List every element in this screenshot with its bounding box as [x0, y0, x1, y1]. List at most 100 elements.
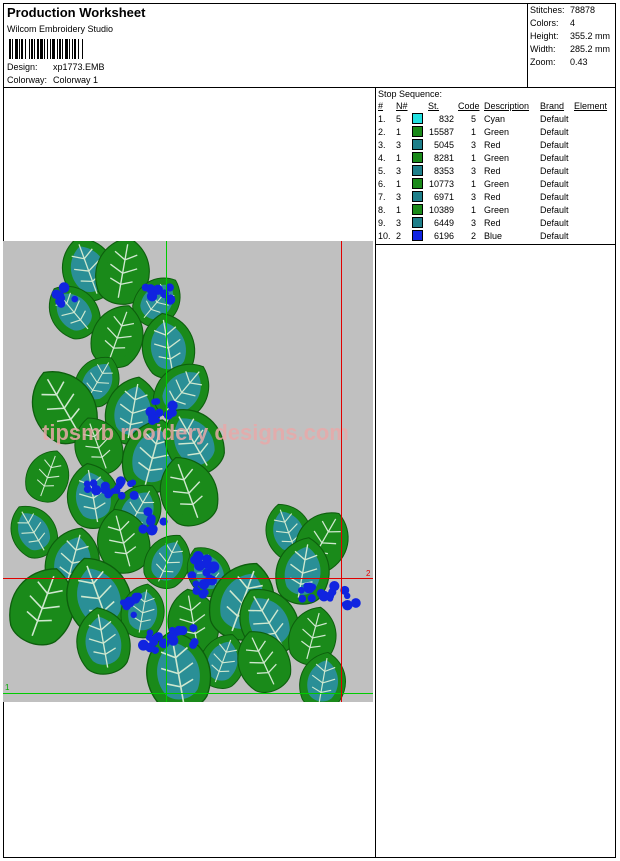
- row-n: 3: [396, 217, 402, 228]
- berry-dot: [316, 588, 326, 598]
- berry-dot: [129, 479, 137, 486]
- berry-dot: [129, 490, 139, 500]
- berry-dot: [115, 476, 126, 487]
- berry-dot: [146, 629, 154, 637]
- row-index: 4.: [378, 152, 386, 163]
- berry-dot: [329, 580, 340, 592]
- row-code: 2: [470, 230, 476, 241]
- berry-dot: [209, 567, 217, 574]
- row-n: 1: [396, 204, 402, 215]
- row-n: 3: [396, 165, 402, 176]
- berry-dot: [298, 594, 307, 603]
- design-label: Design:: [7, 62, 38, 72]
- berry-dot: [151, 398, 158, 405]
- row-brand: Default: [540, 191, 569, 202]
- guide-line-horizontal-red: [3, 578, 373, 579]
- row-code: 5: [470, 113, 476, 124]
- row-index: 6.: [378, 178, 386, 189]
- row-brand: Default: [540, 152, 569, 163]
- row-stitches: 10773: [428, 178, 454, 189]
- table-row: 5. 3 8353 3 Red Default: [376, 164, 609, 177]
- row-code: 3: [470, 165, 476, 176]
- berry-dot: [178, 626, 188, 636]
- table-row: 9. 3 6449 3 Red Default: [376, 216, 609, 229]
- barcode-image: [9, 39, 83, 59]
- berry-dot: [71, 295, 79, 303]
- berry-dot: [350, 598, 361, 608]
- row-brand: Default: [540, 126, 569, 137]
- color-swatch: [412, 126, 423, 138]
- row-stitches: 832: [438, 113, 454, 124]
- berry-dot: [130, 611, 137, 619]
- row-index: 10.: [378, 230, 391, 241]
- end-marker: 2: [366, 569, 371, 578]
- stat-zoom: Zoom: 0.43: [530, 57, 588, 67]
- berry-dot: [149, 637, 159, 647]
- berry-dot: [205, 579, 212, 586]
- berry-dot: [167, 400, 178, 411]
- row-description: Blue: [484, 230, 503, 241]
- colorway-row: Colorway: Colorway 1: [7, 75, 98, 85]
- color-swatch: [412, 165, 423, 177]
- row-stitches: 6971: [433, 191, 454, 202]
- stat-width: Width: 285.2 mm: [530, 44, 611, 54]
- row-element: [572, 229, 609, 242]
- row-n: 3: [396, 139, 402, 150]
- berry-dot: [51, 289, 61, 299]
- row-index: 1.: [378, 113, 386, 124]
- row-brand: Default: [540, 204, 569, 215]
- row-index: 9.: [378, 217, 386, 228]
- row-stitches: 5045: [433, 139, 454, 150]
- row-description: Green: [484, 178, 510, 189]
- berry-dot: [117, 491, 126, 500]
- row-stitches: 10389: [428, 204, 454, 215]
- guide-line-horizontal-green: [3, 693, 373, 694]
- berry-dot: [167, 633, 175, 641]
- color-swatch: [412, 178, 423, 190]
- berry-dot: [100, 481, 110, 491]
- color-swatch: [412, 113, 423, 125]
- row-n: 1: [396, 126, 402, 137]
- color-swatch: [412, 191, 423, 203]
- berry-dot: [201, 589, 209, 597]
- berry-dot: [202, 554, 212, 564]
- row-description: Red: [484, 139, 501, 150]
- color-swatch: [412, 204, 423, 216]
- berry-dot: [308, 583, 317, 591]
- col-index: #: [378, 101, 384, 111]
- row-description: Cyan: [484, 113, 506, 124]
- berry-dot: [192, 586, 201, 595]
- row-brand: Default: [540, 113, 569, 124]
- berry-dot: [341, 601, 348, 608]
- worksheet-title: Production Worksheet: [7, 5, 146, 20]
- embroidery-artwork: [9, 237, 361, 712]
- stop-sequence-table: # N# St. Code Description Brand Element …: [376, 100, 609, 242]
- row-code: 1: [470, 126, 476, 137]
- row-n: 1: [396, 152, 402, 163]
- color-swatch: [412, 139, 423, 151]
- berry-dot: [134, 592, 143, 600]
- row-element: [572, 112, 609, 125]
- table-row: 2. 1 15587 1 Green Default: [376, 125, 609, 138]
- table-row: 4. 1 8281 1 Green Default: [376, 151, 609, 164]
- berry-dot: [190, 638, 199, 647]
- color-swatch: [412, 230, 423, 242]
- table-row: 1. 5 832 5 Cyan Default: [376, 112, 609, 125]
- berry-dot: [122, 601, 132, 611]
- row-description: Red: [484, 191, 501, 202]
- row-code: 3: [470, 191, 476, 202]
- row-n: 2: [396, 230, 402, 241]
- row-element: [572, 190, 609, 203]
- row-stitches: 8353: [433, 165, 454, 176]
- stop-sequence-title: Stop Sequence:: [378, 89, 443, 99]
- col-element: Element: [574, 101, 608, 111]
- row-stitches: 6196: [433, 230, 454, 241]
- design-stats: Stitches: 78878 Colors: 4 Height: 355.2 mm …: [527, 3, 616, 88]
- stat-stitches: Stitches: 78878: [530, 5, 596, 15]
- row-brand: Default: [540, 165, 569, 176]
- row-n: 5: [396, 113, 402, 124]
- color-swatch: [412, 152, 423, 164]
- row-element: [572, 216, 609, 229]
- design-preview: [3, 237, 373, 712]
- berry-dot: [160, 289, 169, 299]
